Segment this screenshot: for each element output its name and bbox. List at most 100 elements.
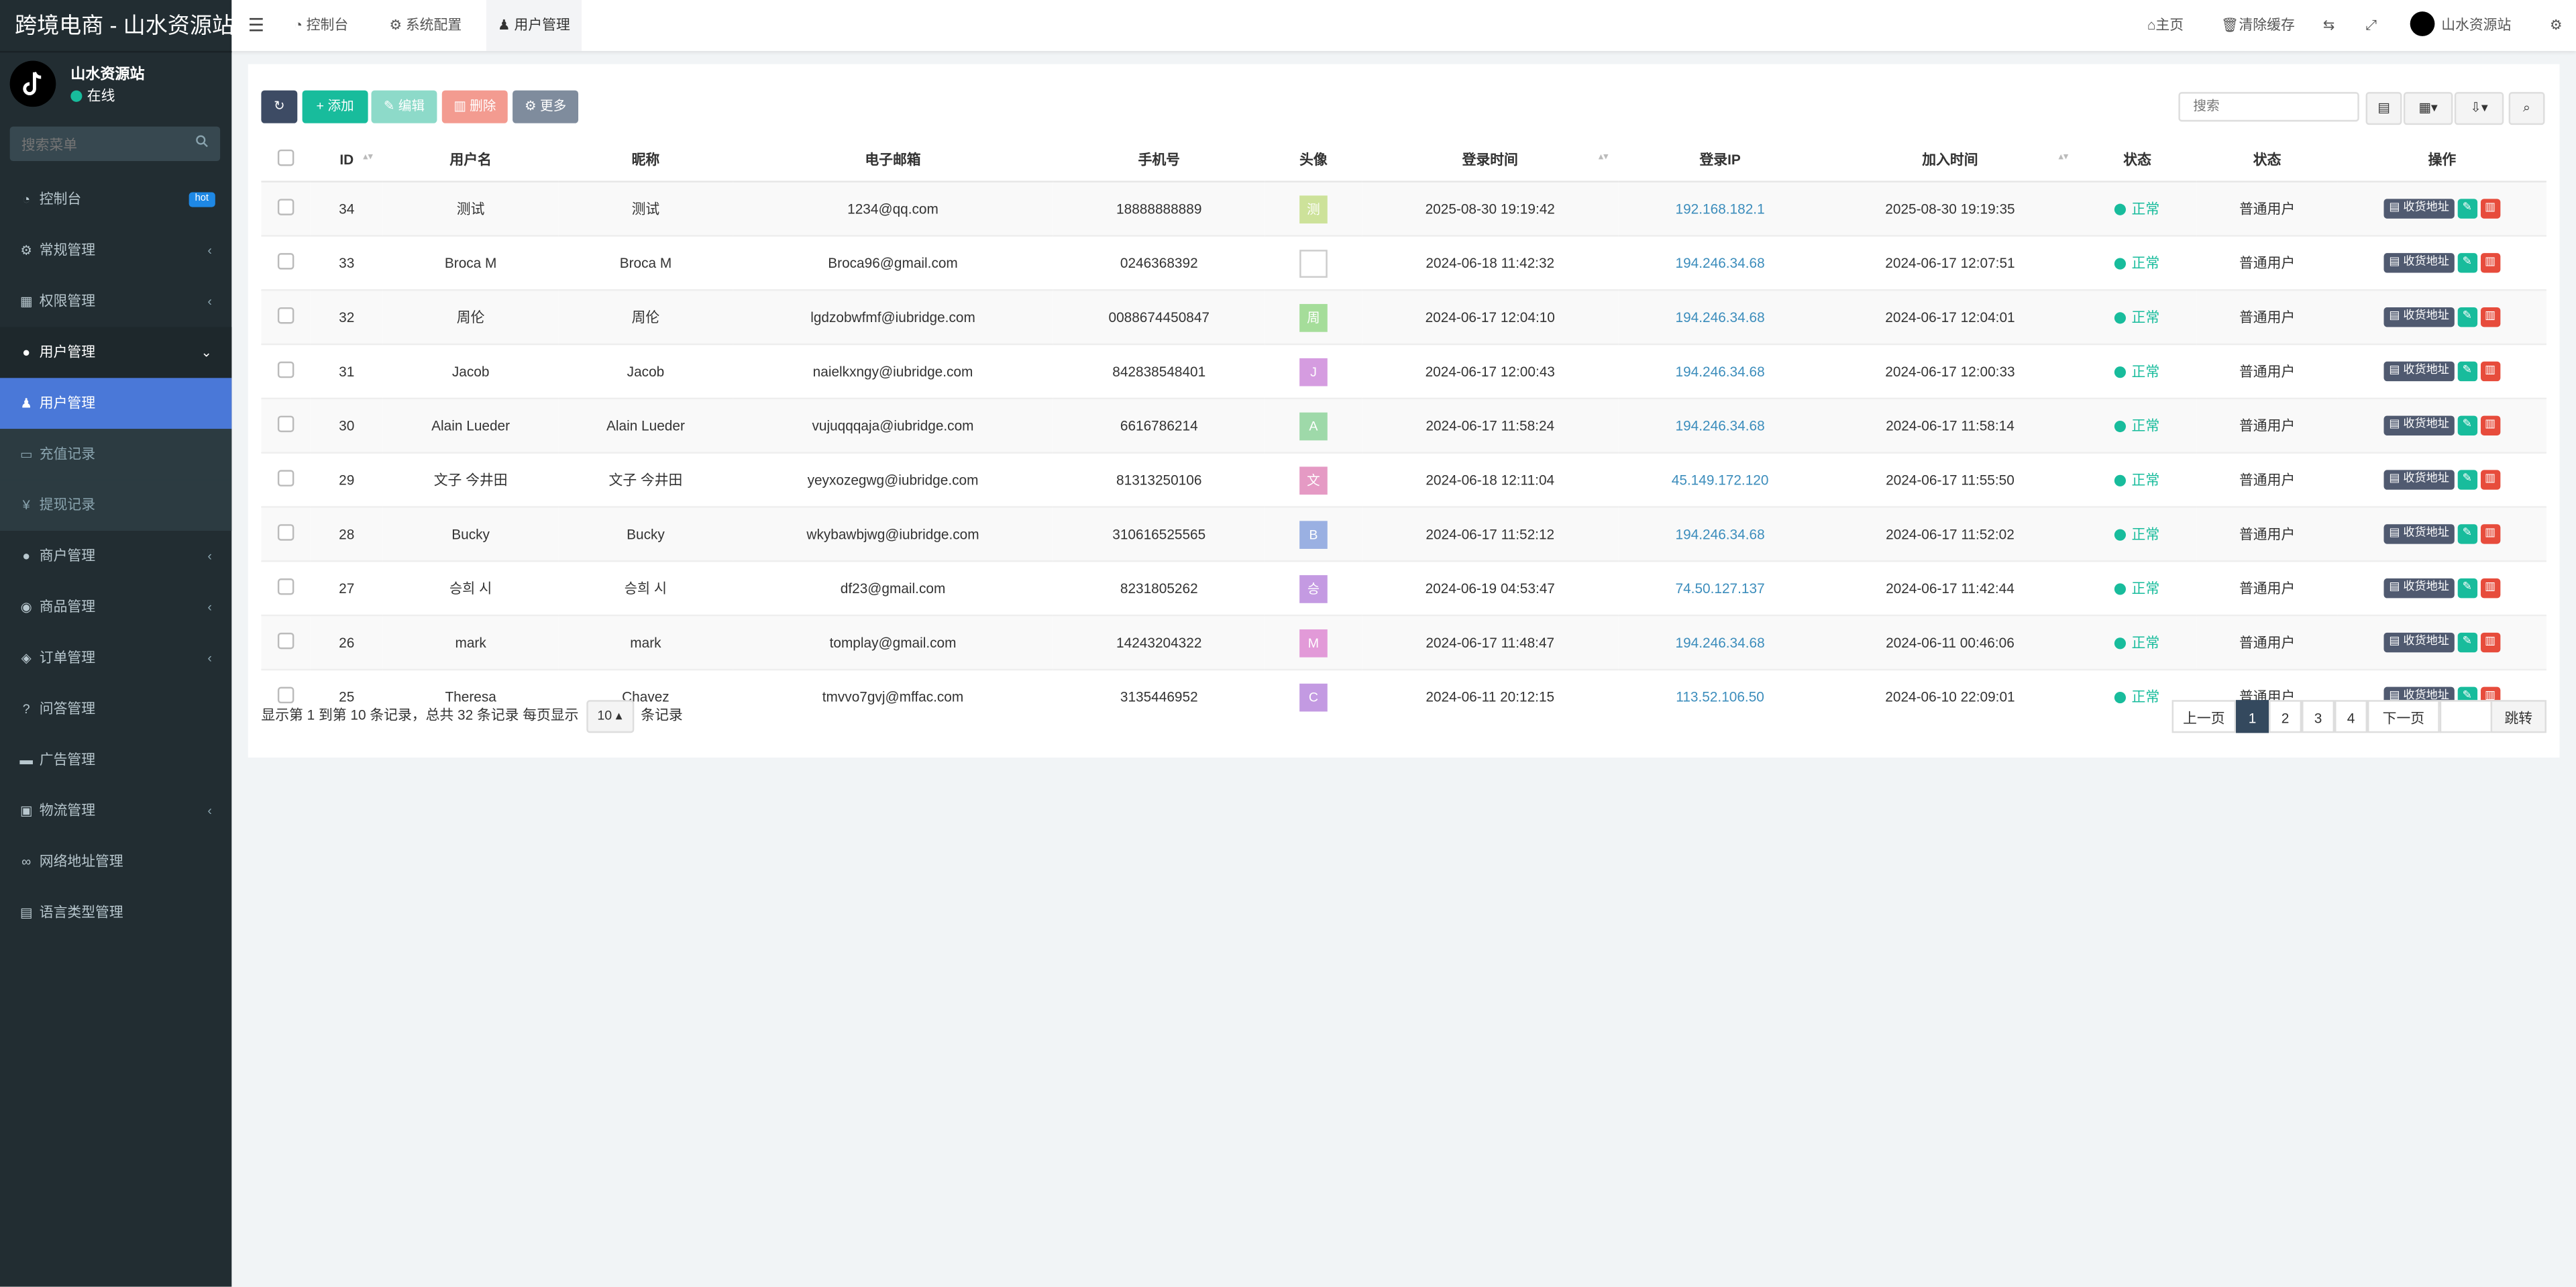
table-row[interactable]: 26 mark mark tomplay@gmail.com 14243204322 M 2… bbox=[261, 614, 2546, 670]
delete-button[interactable]: ▥ 删除 bbox=[441, 90, 508, 123]
address-button[interactable]: ▤ 收货地址 bbox=[2384, 415, 2455, 435]
row-edit-button[interactable]: ✎ bbox=[2457, 253, 2477, 273]
settings-icon[interactable]: ⚙ bbox=[2550, 0, 2563, 51]
login-ip-link[interactable]: 194.246.34.68 bbox=[1676, 526, 1765, 542]
tab-system-config[interactable]: ⚙ 系统配置 bbox=[378, 0, 473, 51]
avatar-thumbnail[interactable]: 승 bbox=[1299, 574, 1328, 603]
status-badge[interactable]: 正常 bbox=[2115, 255, 2159, 271]
login-ip-link[interactable]: 45.149.172.120 bbox=[1672, 472, 1769, 488]
row-edit-button[interactable]: ✎ bbox=[2457, 578, 2477, 599]
row-checkbox[interactable] bbox=[277, 307, 294, 324]
export-dropdown-button[interactable]: ⇩▾ bbox=[2454, 92, 2504, 125]
next-page-button[interactable]: 下一页 bbox=[2367, 700, 2440, 733]
avatar-thumbnail[interactable]: A bbox=[1299, 411, 1328, 440]
row-checkbox[interactable] bbox=[277, 361, 294, 378]
sort-icon[interactable]: ▴▾ bbox=[2059, 151, 2069, 163]
row-checkbox[interactable] bbox=[277, 253, 294, 270]
sidebar-item-product[interactable]: ◉ 商品管理 ‹ bbox=[0, 582, 231, 633]
advanced-search-button[interactable]: ⌕ bbox=[2508, 92, 2545, 125]
row-delete-button[interactable]: ▥ bbox=[2480, 578, 2500, 599]
table-row[interactable]: 30 Alain Lueder Alain Lueder vujuqqqaja@iub… bbox=[261, 397, 2546, 453]
col-id[interactable]: ID ▴▾ bbox=[310, 136, 383, 183]
checkbox[interactable] bbox=[277, 148, 294, 166]
toggle-card-view-button[interactable]: ▤ bbox=[2365, 92, 2402, 125]
row-delete-button[interactable]: ▥ bbox=[2480, 253, 2500, 273]
menu-search-input[interactable] bbox=[9, 126, 186, 162]
address-button[interactable]: ▤ 收货地址 bbox=[2384, 253, 2455, 273]
clear-cache-button[interactable]: 🗑清除缓存 bbox=[2221, 0, 2295, 51]
sidebar-item-logistics[interactable]: ▣ 物流管理 ‹ bbox=[0, 786, 231, 837]
status-badge[interactable]: 正常 bbox=[2115, 580, 2159, 597]
row-edit-button[interactable]: ✎ bbox=[2457, 307, 2477, 327]
row-checkbox-cell[interactable] bbox=[261, 506, 311, 562]
tab-dashboard[interactable]: ◔ 控制台 bbox=[282, 0, 360, 51]
row-checkbox[interactable] bbox=[277, 415, 294, 433]
row-checkbox-cell[interactable] bbox=[261, 397, 311, 453]
col-login-time[interactable]: 登录时间 ▴▾ bbox=[1362, 136, 1619, 183]
status-badge[interactable]: 正常 bbox=[2115, 417, 2159, 434]
search-icon[interactable] bbox=[195, 135, 209, 148]
sidebar-item-auth[interactable]: ▦ 权限管理 ‹ bbox=[0, 276, 231, 327]
avatar-thumbnail[interactable]: M bbox=[1299, 628, 1328, 657]
row-edit-button[interactable]: ✎ bbox=[2457, 415, 2477, 435]
status-badge[interactable]: 正常 bbox=[2115, 201, 2159, 217]
address-button[interactable]: ▤ 收货地址 bbox=[2384, 307, 2455, 327]
home-link[interactable]: ⌂主页 bbox=[2147, 0, 2184, 51]
address-button[interactable]: ▤ 收货地址 bbox=[2384, 524, 2455, 544]
row-edit-button[interactable]: ✎ bbox=[2457, 199, 2477, 219]
avatar-thumbnail[interactable]: 周 bbox=[1299, 303, 1328, 331]
select-all-checkbox[interactable] bbox=[261, 136, 311, 183]
address-button[interactable]: ▤ 收货地址 bbox=[2384, 199, 2455, 219]
edit-button[interactable]: ✎ 编辑 bbox=[371, 90, 437, 123]
columns-dropdown-button[interactable]: ▦▾ bbox=[2403, 92, 2453, 125]
sidebar-item-user-group[interactable]: ● 用户管理 ⌄ bbox=[0, 327, 232, 378]
app-title[interactable]: 跨境电商 - 山水资源站 bbox=[0, 0, 234, 53]
row-checkbox-cell[interactable] bbox=[261, 343, 311, 399]
more-button[interactable]: ⚙ 更多 bbox=[513, 90, 579, 123]
jump-page-input[interactable] bbox=[2439, 700, 2491, 733]
login-ip-link[interactable]: 194.246.34.68 bbox=[1676, 309, 1765, 325]
sidebar-item-network[interactable]: ∞ 网络地址管理 bbox=[0, 837, 231, 888]
status-badge[interactable]: 正常 bbox=[2115, 309, 2159, 325]
login-ip-link[interactable]: 192.168.182.1 bbox=[1676, 201, 1765, 217]
row-delete-button[interactable]: ▥ bbox=[2480, 199, 2500, 219]
page-2-button[interactable]: 2 bbox=[2269, 700, 2302, 733]
sidebar-item-merchant[interactable]: ● 商户管理 ‹ bbox=[0, 531, 231, 582]
sidebar-item-user-manage[interactable]: ♟ 用户管理 bbox=[0, 378, 232, 429]
table-row[interactable]: 31 Jacob Jacob naielkxngy@iubridge.com 84283… bbox=[261, 343, 2546, 399]
sidebar-item-withdraw[interactable]: ¥ 提现记录 bbox=[0, 480, 232, 531]
row-delete-button[interactable]: ▥ bbox=[2480, 361, 2500, 382]
sort-icon[interactable]: ▴▾ bbox=[363, 151, 373, 163]
table-row[interactable]: 28 Bucky Bucky wkybawbjwg@iubridge.com 31061… bbox=[261, 506, 2546, 562]
sidebar-item-language[interactable]: ▤ 语言类型管理 bbox=[0, 887, 231, 938]
row-checkbox[interactable] bbox=[277, 578, 294, 595]
row-delete-button[interactable]: ▥ bbox=[2480, 632, 2500, 653]
address-button[interactable]: ▤ 收货地址 bbox=[2384, 632, 2455, 653]
address-button[interactable]: ▤ 收货地址 bbox=[2384, 470, 2455, 490]
login-ip-link[interactable]: 194.246.34.68 bbox=[1676, 255, 1765, 271]
row-edit-button[interactable]: ✎ bbox=[2457, 361, 2477, 382]
login-ip-link[interactable]: 113.52.106.50 bbox=[1676, 688, 1764, 705]
avatar-thumbnail[interactable]: J bbox=[1299, 357, 1328, 386]
status-badge[interactable]: 正常 bbox=[2115, 634, 2159, 651]
login-ip-link[interactable]: 74.50.127.137 bbox=[1676, 580, 1765, 596]
table-row[interactable]: 34 测试 测试 1234@qq.com 18888888889 测 2025-08-30 … bbox=[261, 181, 2546, 236]
table-row[interactable]: 29 文子 今井田 文子 今井田 yeyxozegwg@iubridge.com 813… bbox=[261, 452, 2546, 507]
login-ip-link[interactable]: 194.246.34.68 bbox=[1676, 634, 1765, 650]
avatar-thumbnail[interactable]: C bbox=[1299, 682, 1328, 711]
row-checkbox[interactable] bbox=[277, 470, 294, 486]
avatar-thumbnail[interactable] bbox=[1299, 249, 1328, 277]
sort-icon[interactable]: ▴▾ bbox=[1599, 151, 1609, 163]
hamburger-icon[interactable]: ☰ bbox=[248, 15, 264, 36]
address-button[interactable]: ▤ 收货地址 bbox=[2384, 578, 2455, 599]
table-row[interactable]: 33 Broca M Broca M Broca96@gmail.com 0246368… bbox=[261, 235, 2546, 291]
row-edit-button[interactable]: ✎ bbox=[2457, 470, 2477, 490]
row-delete-button[interactable]: ▥ bbox=[2480, 470, 2500, 490]
row-delete-button[interactable]: ▥ bbox=[2480, 415, 2500, 435]
header-user[interactable]: 山水资源站 bbox=[2410, 0, 2511, 51]
row-checkbox[interactable] bbox=[277, 199, 294, 215]
table-search-input[interactable] bbox=[2178, 92, 2359, 122]
status-badge[interactable]: 正常 bbox=[2115, 363, 2159, 380]
status-badge[interactable]: 正常 bbox=[2115, 688, 2159, 705]
status-badge[interactable]: 正常 bbox=[2115, 526, 2159, 542]
